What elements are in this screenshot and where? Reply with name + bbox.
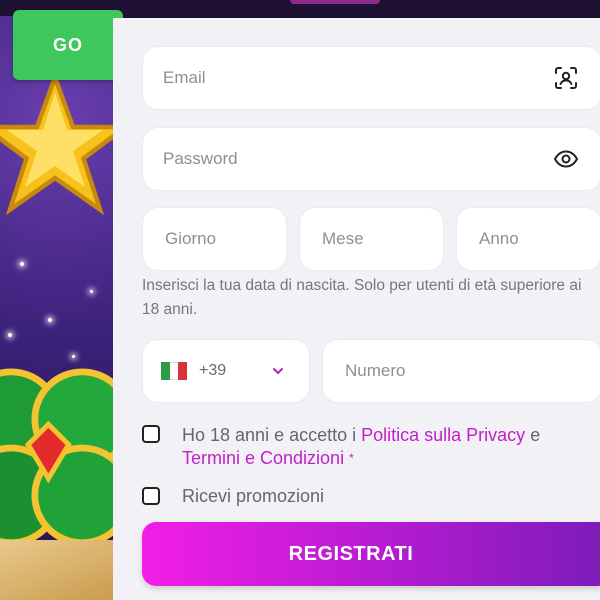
italy-flag-icon (161, 362, 188, 380)
day-placeholder: Giorno (165, 229, 217, 248)
game-background-art (0, 0, 120, 600)
month-placeholder: Mese (322, 229, 364, 248)
password-placeholder: Password (163, 149, 238, 168)
month-field[interactable]: Mese (299, 207, 444, 271)
country-code-select[interactable]: +39 (142, 339, 310, 403)
contact-scan-icon[interactable] (553, 65, 579, 91)
chevron-down-icon[interactable] (271, 361, 285, 381)
eye-icon[interactable] (553, 146, 579, 172)
day-field[interactable]: Giorno (142, 207, 287, 271)
terms-conditions-link[interactable]: Termini e Condizioni (182, 448, 344, 468)
terms-text: Ho 18 anni e accetto i Politica sulla Pr… (182, 424, 597, 470)
birthdate-hint: Inserisci la tua data di nascita. Solo p… (142, 277, 582, 318)
privacy-policy-link[interactable]: Politica sulla Privacy (361, 425, 525, 445)
email-placeholder: Email (163, 68, 206, 87)
email-field[interactable]: Email (142, 46, 600, 110)
gold-star-icon (0, 70, 120, 216)
country-prefix: +39 (199, 362, 227, 379)
top-accent (290, 0, 380, 4)
required-mark: * (349, 451, 354, 465)
promotions-checkbox[interactable] (142, 487, 160, 505)
password-field[interactable]: Password (142, 127, 600, 191)
gold-frame (0, 540, 120, 600)
promotions-label: Ricevi promozioni (182, 486, 325, 506)
terms-text-middle: e (525, 425, 541, 445)
phone-number-placeholder: Numero (345, 361, 406, 380)
terms-checkbox[interactable] (142, 425, 160, 443)
year-placeholder: Anno (479, 229, 519, 248)
terms-text-before: Ho 18 anni e accetto i (182, 425, 362, 445)
year-field[interactable]: Anno (456, 207, 600, 271)
phone-number-field[interactable]: Numero (322, 339, 600, 403)
go-button[interactable]: GO (13, 10, 123, 80)
register-button[interactable]: REGISTRATI (142, 522, 600, 586)
register-button-label: REGISTRATI (288, 542, 414, 565)
